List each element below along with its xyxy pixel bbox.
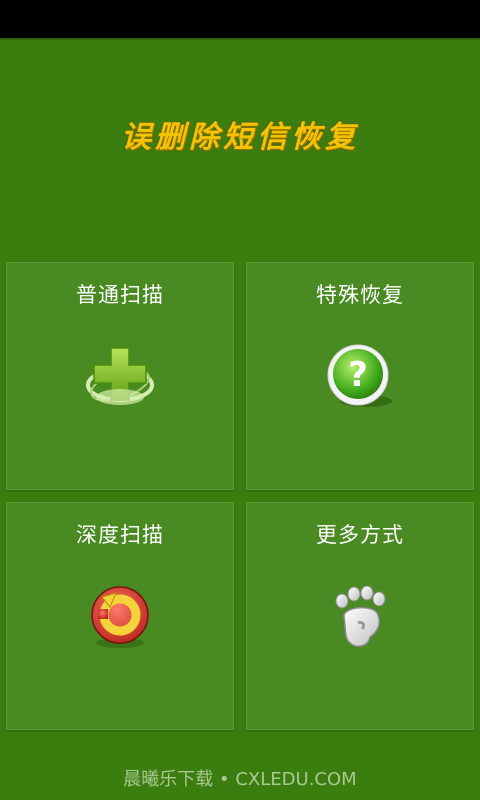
svg-text:?: ?: [348, 355, 368, 395]
footprint-icon: [320, 583, 400, 653]
tile-label-normal-scan: 普通扫描: [76, 283, 164, 307]
tile-label-special-recovery: 特殊恢复: [316, 283, 404, 307]
status-bar: [0, 0, 480, 38]
footer-watermark: 晨曦乐下载 • CXLEDU.COM: [123, 769, 357, 790]
deep-scan-tile[interactable]: 深度扫描: [6, 502, 234, 730]
special-recovery-tile[interactable]: 特殊恢复 ?: [246, 262, 474, 490]
normal-scan-tile[interactable]: 普通扫描: [6, 262, 234, 490]
refresh-arrow-icon: [80, 583, 160, 653]
question-mark-icon: ?: [320, 343, 400, 413]
tile-label-deep-scan: 深度扫描: [76, 523, 164, 547]
more-methods-tile[interactable]: 更多方式: [246, 502, 474, 730]
green-plus-icon: [80, 343, 160, 413]
app-title: 误删除短信恢复: [121, 120, 359, 155]
tile-label-more-methods: 更多方式: [316, 523, 404, 547]
